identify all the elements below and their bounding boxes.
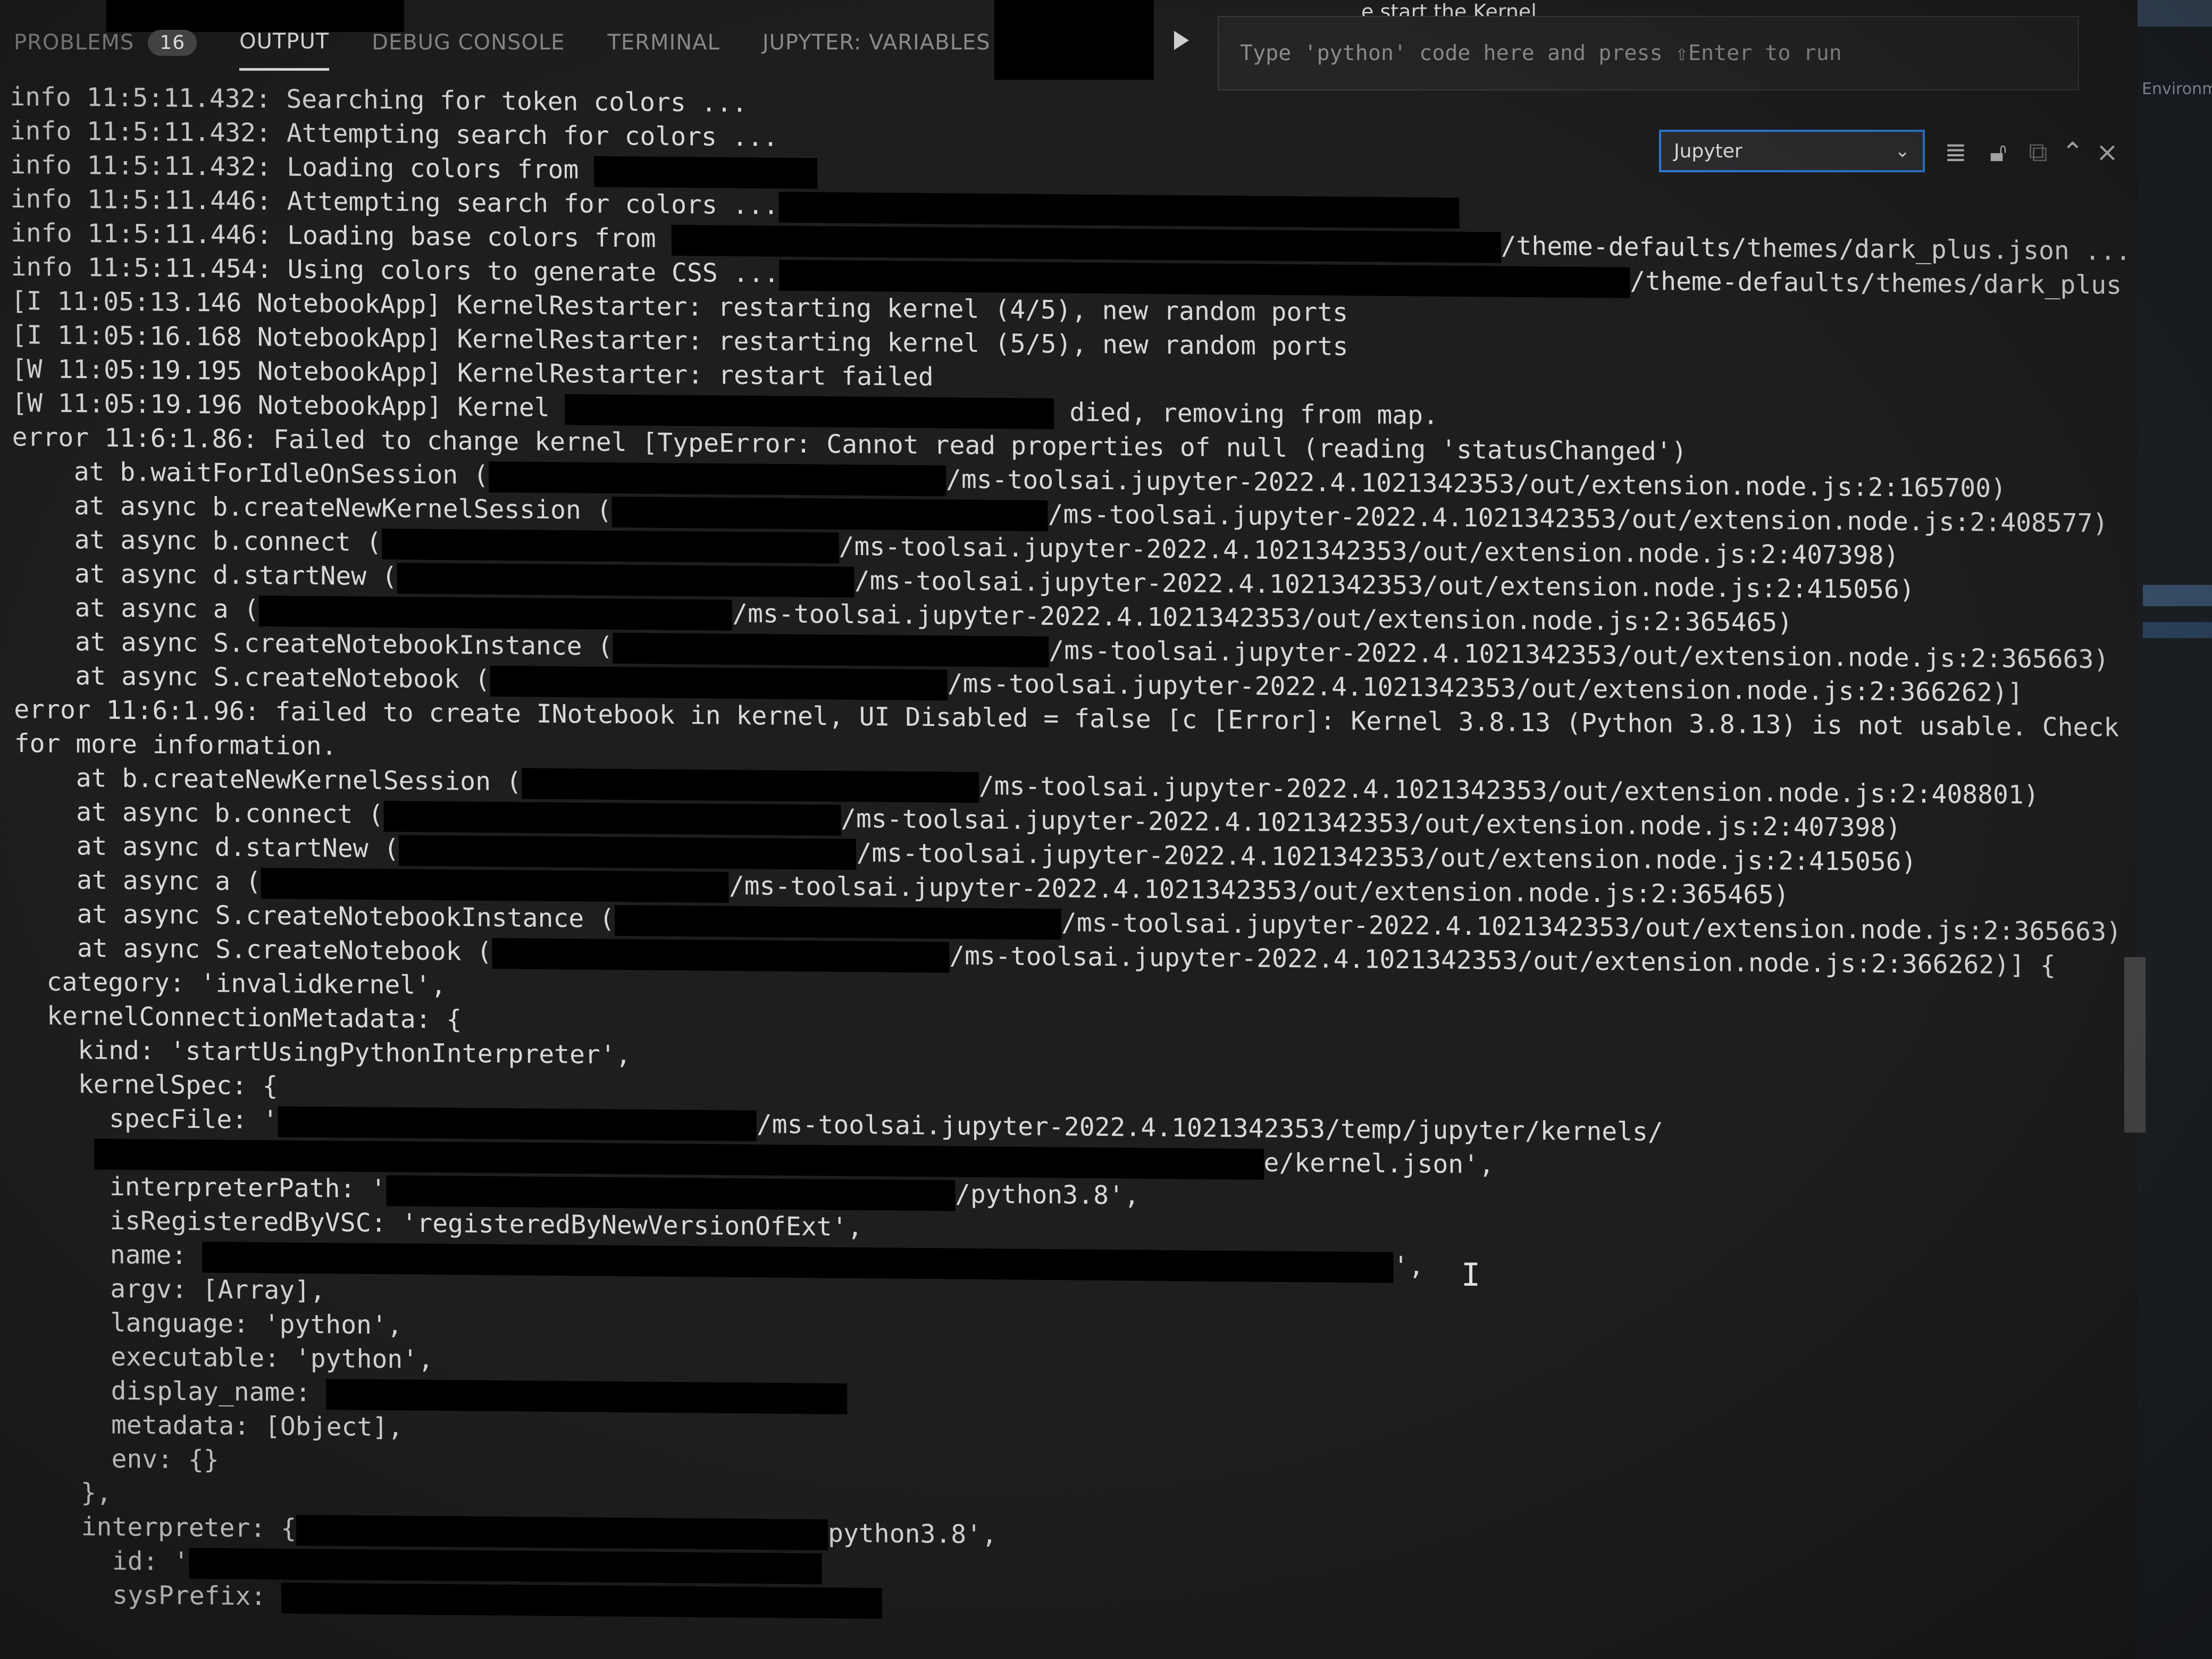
log-text: sysPrefix:	[20, 1579, 282, 1612]
log-text: info 11:5:11.432: Loading colors from	[10, 150, 594, 185]
tab-output[interactable]: OUTPUT	[239, 15, 330, 71]
redacted-path	[383, 801, 841, 836]
log-text: at async a (	[13, 592, 259, 625]
interactive-code-input[interactable]	[1218, 16, 2079, 90]
tab-label: OUTPUT	[239, 29, 330, 54]
log-text: [W 11:05:19.196 NotebookApp] Kernel	[12, 388, 565, 423]
log-text: at async b.createNewKernelSession (	[12, 490, 612, 525]
environments-label[interactable]: Environm	[2142, 80, 2212, 98]
redacted-path	[492, 937, 950, 973]
log-text: interpreter: {	[19, 1511, 297, 1544]
log-text: for more information.	[14, 728, 337, 761]
log-text: argv: [Array],	[18, 1273, 326, 1306]
log-text: at async S.createNotebookInstance (	[15, 899, 615, 934]
redacted-path	[381, 529, 839, 564]
redacted-path	[399, 835, 857, 870]
log-text-tail: /ms-toolsai.jupyter-2022.4.1021342353/te…	[756, 1109, 1664, 1147]
log-text-tail: /python3.8',	[954, 1179, 1140, 1211]
log-text-tail: /theme-defaults/themes/dark_plus.json ..…	[1501, 231, 2131, 266]
redacted-path	[397, 563, 855, 598]
log-text-tail: died, removing from map.	[1054, 397, 1439, 431]
log-text: kernelConnectionMetadata: {	[16, 1001, 462, 1035]
log-text: at async d.startNew (	[14, 831, 399, 864]
log-text: name:	[18, 1239, 203, 1271]
log-text: info 11:5:11.432: Searching for token co…	[10, 82, 748, 119]
tab-debug-console[interactable]: DEBUG CONSOLE	[372, 16, 565, 69]
log-text: id: '	[20, 1545, 189, 1577]
redacted-path	[594, 156, 818, 189]
redacted-path	[613, 632, 1049, 668]
secondary-sidebar: Environm	[2138, 0, 2212, 1659]
vscode-window: PROBLEMS 16 OUTPUT DEBUG CONSOLE TERMINA…	[0, 0, 2212, 1659]
log-text: [W 11:05:19.195 NotebookApp] KernelResta…	[11, 354, 934, 392]
problems-count-badge: 16	[148, 29, 197, 56]
output-log: info 11:5:11.432: Searching for token co…	[10, 80, 2137, 1659]
redacted-path	[488, 461, 946, 497]
play-icon	[1172, 28, 1191, 53]
tab-label: JUPYTER: VARIABLES	[762, 30, 991, 55]
tab-label: PROBLEMS	[14, 30, 135, 55]
log-text: at async S.createNotebookInstance (	[13, 626, 613, 661]
log-text: at async S.createNotebook (	[15, 933, 492, 967]
log-text: executable: 'python',	[18, 1341, 434, 1375]
log-text: at b.waitForIdleOnSession (	[12, 456, 489, 490]
redacted-path	[325, 1379, 848, 1414]
redacted-path	[386, 1175, 956, 1211]
log-text: at async d.startNew (	[13, 558, 398, 592]
redacted-path	[565, 394, 1054, 430]
log-text: info 11:5:11.446: Loading base colors fr…	[10, 218, 672, 254]
log-text-tail: /theme-defaults/themes/dark_plus.json ..…	[1630, 266, 2137, 301]
redacted-block	[994, 0, 1154, 80]
log-text-tail: e/kernel.json',	[1263, 1147, 1495, 1180]
log-text: at async a (	[15, 865, 262, 897]
redacted-path	[261, 868, 730, 903]
log-text: isRegisteredByVSC: 'registeredByNewVersi…	[17, 1205, 863, 1243]
log-text: info 11:5:11.454: Using colors to genera…	[11, 252, 780, 289]
redacted-path	[296, 1514, 828, 1551]
sidebar-highlight	[2143, 622, 2212, 638]
log-text: interpreterPath: '	[17, 1171, 387, 1204]
log-text: display_name:	[19, 1375, 326, 1408]
log-text: env: {}	[19, 1443, 219, 1475]
tab-terminal[interactable]: TERMINAL	[607, 16, 719, 69]
redacted-path	[521, 768, 979, 803]
tab-label: DEBUG CONSOLE	[372, 30, 565, 55]
log-text: at async b.connect (	[12, 524, 382, 558]
sidebar-header-block	[2138, 0, 2212, 27]
log-text: info 11:5:11.432: Attempting search for …	[10, 116, 778, 153]
log-text: metadata: [Object],	[19, 1409, 404, 1443]
log-text-tail: python3.8',	[827, 1518, 998, 1550]
redacted-path	[189, 1548, 822, 1585]
sidebar-highlight	[2143, 585, 2212, 606]
redacted-path	[614, 904, 1062, 940]
log-text: kind: 'startUsingPythonInterpreter',	[16, 1035, 631, 1070]
log-text-tail: ',	[1393, 1251, 1425, 1281]
log-text: },	[19, 1477, 112, 1508]
log-text: info 11:5:11.446: Attempting search for …	[10, 184, 779, 221]
redacted-path	[278, 1106, 757, 1142]
log-text: kernelSpec: {	[16, 1069, 278, 1101]
text-cursor-icon: I	[1461, 1256, 1481, 1294]
log-text: language: 'python',	[18, 1307, 403, 1340]
log-text: at async b.connect (	[14, 797, 384, 830]
log-text: specFile: '	[16, 1103, 279, 1135]
tab-jupyter-variables[interactable]: JUPYTER: VARIABLES	[763, 16, 991, 69]
run-button[interactable]	[1168, 21, 1200, 60]
log-text: at b.createNewKernelSession (	[14, 763, 522, 797]
panel-tab-bar: PROBLEMS 16 OUTPUT DEBUG CONSOLE TERMINA…	[0, 15, 1000, 71]
redacted-path	[490, 665, 948, 701]
log-text: category: 'invalidkernel',	[15, 967, 447, 1001]
tab-problems[interactable]: PROBLEMS 16	[14, 16, 197, 69]
redacted-path	[259, 596, 733, 631]
log-text: at async S.createNotebook (	[13, 660, 490, 694]
redacted-path	[611, 496, 1048, 532]
redacted-path	[281, 1582, 883, 1619]
tab-label: TERMINAL	[607, 30, 720, 55]
